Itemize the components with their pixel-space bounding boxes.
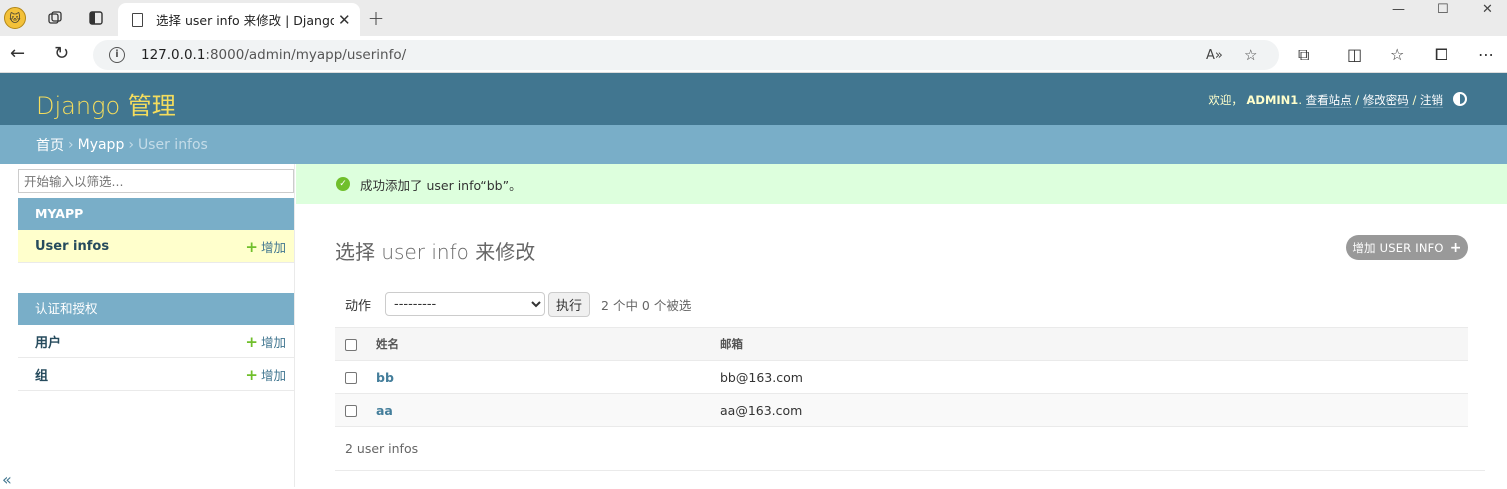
page-document-icon: [132, 12, 143, 27]
site-info-icon[interactable]: i: [109, 47, 125, 63]
record-link[interactable]: bb: [376, 370, 394, 385]
new-tab-icon[interactable]: +: [366, 6, 386, 30]
username: ADMIN1: [1246, 93, 1299, 107]
actions-bar: 动作 --------- 执行 2 个中 0 个被选: [335, 291, 691, 317]
theme-toggle-icon[interactable]: [1453, 92, 1467, 106]
column-header-email[interactable]: 邮箱: [720, 327, 1468, 361]
add-icon: +: [245, 237, 258, 256]
success-message-text: 成功添加了 user info“bb”。: [360, 177, 522, 193]
minimize-window-icon[interactable]: —: [1392, 2, 1405, 17]
paginator: 2 user infos: [335, 427, 1485, 471]
column-header-name[interactable]: 姓名: [376, 327, 720, 361]
change-password-link[interactable]: 修改密码: [1362, 93, 1409, 108]
add-icon: +: [245, 332, 258, 351]
extensions-icon[interactable]: ⧉: [1298, 45, 1309, 65]
email-cell: aa@163.com: [720, 393, 1468, 427]
breadcrumb-app[interactable]: Myapp: [78, 137, 125, 153]
more-menu-icon[interactable]: ⋯: [1478, 45, 1494, 64]
address-bar[interactable]: i 127.0.0.1:8000/admin/myapp/userinfo/ A…: [93, 40, 1279, 70]
add-button-label: 增加 USER INFO: [1352, 240, 1444, 255]
workspaces-icon[interactable]: [45, 8, 65, 28]
row-checkbox[interactable]: [345, 405, 357, 417]
split-screen-icon[interactable]: ◫: [1347, 45, 1362, 64]
reload-icon[interactable]: ↻: [54, 43, 69, 64]
select-all-checkbox[interactable]: [345, 338, 357, 351]
add-user-info-link[interactable]: + 增加: [245, 237, 286, 256]
page-title: 选择 user info 来修改: [335, 240, 536, 264]
add-user-link[interactable]: + 增加: [245, 332, 286, 351]
close-tab-icon[interactable]: ✕: [338, 11, 351, 29]
select-all-cell: [335, 327, 376, 361]
run-action-button[interactable]: 执行: [548, 291, 591, 317]
add-user-info-button[interactable]: 增加 USER INFO +: [1346, 235, 1468, 260]
site-branding[interactable]: Django 管理: [36, 86, 176, 121]
user-tools: 欢迎， ADMIN1. 查看站点 / 修改密码 / 注销: [1208, 93, 1443, 108]
close-window-icon[interactable]: ✕: [1482, 2, 1493, 17]
url-path: :8000/admin/myapp/userinfo/: [205, 47, 407, 63]
row-select-cell: [335, 360, 376, 394]
sidebar-item-label[interactable]: 用户: [35, 332, 61, 351]
name-cell: bb: [376, 360, 720, 394]
browser-toolbar: ← ↻ i 127.0.0.1:8000/admin/myapp/userinf…: [0, 36, 1507, 73]
module-caption-myapp[interactable]: MYAPP: [18, 198, 294, 230]
table-header-row: 姓名 邮箱: [335, 327, 1468, 361]
add-group-link[interactable]: + 增加: [245, 365, 286, 384]
welcome-text: 欢迎，: [1208, 93, 1243, 107]
name-cell: aa: [376, 393, 720, 427]
module-myapp: MYAPP User infos + 增加: [18, 198, 294, 263]
breadcrumb-current: User infos: [137, 136, 208, 153]
sidebar-item-users[interactable]: 用户 + 增加: [18, 325, 294, 358]
actions-label: 动作: [345, 298, 372, 314]
sidebar-item-label[interactable]: 组: [35, 365, 48, 384]
module-caption-auth[interactable]: 认证和授权: [18, 293, 294, 325]
add-label: 增加: [260, 367, 286, 383]
action-select[interactable]: ---------: [385, 292, 546, 316]
email-cell: bb@163.com: [720, 360, 1468, 394]
module-auth: 认证和授权 用户 + 增加 组 + 增加: [18, 293, 294, 391]
record-link[interactable]: aa: [376, 403, 393, 418]
table-row: bb bb@163.com: [335, 360, 1468, 394]
selection-counter: 2 个中 0 个被选: [601, 297, 692, 313]
plus-icon: +: [1449, 239, 1462, 256]
breadcrumb-home[interactable]: 首页: [36, 135, 64, 155]
row-select-cell: [335, 393, 376, 427]
profile-avatar-icon[interactable]: 🐱: [4, 7, 26, 29]
nav-filter-input[interactable]: [18, 169, 294, 193]
sidebar-item-label[interactable]: User infos: [35, 239, 109, 254]
logout-link[interactable]: 注销: [1420, 93, 1443, 108]
nav-sidebar: MYAPP User infos +增加 认证和授权 用户 +增加 组 +增加: [18, 164, 295, 487]
breadcrumb-separator: ›: [68, 136, 74, 153]
tab-title: 选择 user info 来修改 | Django 站: [156, 13, 334, 28]
separator: /: [1412, 93, 1417, 107]
row-checkbox[interactable]: [345, 372, 357, 384]
success-message: ✓ 成功添加了 user info“bb”。: [296, 164, 1507, 204]
admin-header: Django 管理 欢迎， ADMIN1. 查看站点 / 修改密码 / 注销: [0, 73, 1507, 125]
table-row: aa aa@163.com: [335, 393, 1468, 427]
success-check-icon: ✓: [336, 177, 350, 191]
result-list-table: 姓名 邮箱 bb bb@163.com aa aa@163.com: [335, 327, 1468, 427]
add-icon: +: [245, 365, 258, 384]
favorites-list-icon[interactable]: ☆: [1390, 45, 1404, 64]
add-label: 增加: [260, 334, 286, 350]
sidebar-item-groups[interactable]: 组 + 增加: [18, 358, 294, 391]
favorite-star-icon[interactable]: ☆: [1244, 46, 1257, 64]
vertical-tabs-icon[interactable]: [86, 8, 106, 28]
url-host: 127.0.0.1: [141, 47, 206, 63]
view-site-link[interactable]: 查看站点: [1305, 93, 1352, 108]
breadcrumb-separator: ›: [128, 136, 134, 153]
browser-tab-strip: 🐱 选择 user info 来修改 | Django 站 ✕ + — ☐ ✕: [0, 0, 1507, 36]
url-text[interactable]: 127.0.0.1:8000/admin/myapp/userinfo/: [141, 47, 406, 63]
breadcrumb: 首页 › Myapp › User infos: [0, 125, 1507, 164]
maximize-window-icon[interactable]: ☐: [1437, 2, 1449, 17]
sidebar-item-user-infos[interactable]: User infos + 增加: [18, 230, 294, 263]
add-label: 增加: [260, 239, 286, 255]
browser-tab-active[interactable]: 选择 user info 来修改 | Django 站 ✕: [118, 3, 360, 36]
back-arrow-icon[interactable]: ←: [10, 43, 25, 64]
separator: /: [1355, 93, 1360, 107]
sidebar-collapse-icon[interactable]: «: [2, 470, 12, 489]
read-aloud-icon[interactable]: A»: [1206, 48, 1223, 63]
collections-icon[interactable]: ⧠: [1435, 45, 1448, 65]
